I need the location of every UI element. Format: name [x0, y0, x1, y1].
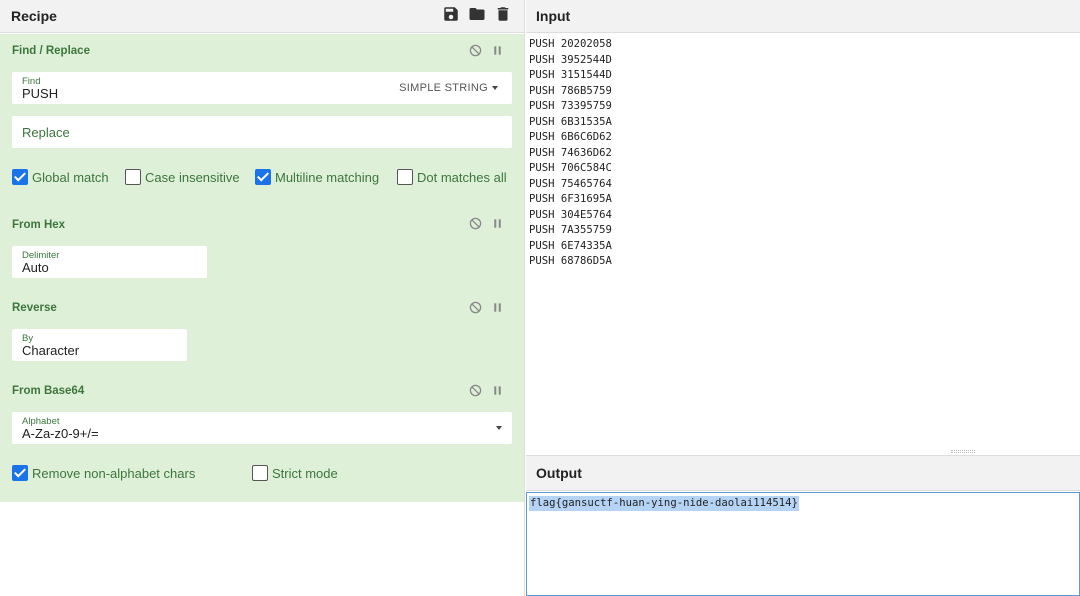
folder-icon[interactable] — [468, 5, 486, 23]
checkbox-unchecked-icon — [397, 169, 413, 185]
input-line: PUSH 6B6C6D62 — [529, 131, 612, 143]
case-insensitive-label: Case insensitive — [145, 169, 240, 185]
case-insensitive-checkbox[interactable]: Case insensitive — [125, 169, 240, 185]
resize-handle[interactable] — [951, 450, 975, 453]
find-mode-dropdown[interactable]: SIMPLE STRING — [399, 82, 498, 94]
find-field[interactable]: Find PUSH SIMPLE STRING — [12, 72, 512, 104]
recipe-operations: Find / Replace Find PUSH SIMPLE STRING R… — [0, 34, 524, 502]
save-icon[interactable] — [442, 5, 460, 23]
caret-down-icon — [492, 86, 498, 91]
by-field[interactable]: By Character — [12, 329, 187, 361]
checkbox-unchecked-icon — [252, 465, 268, 481]
remove-non-alphabet-label: Remove non-alphabet chars — [32, 465, 196, 481]
input-line: PUSH 7A355759 — [529, 224, 612, 236]
dot-matches-all-label: Dot matches all — [417, 169, 507, 185]
replace-placeholder: Replace — [22, 125, 70, 140]
input-line: PUSH 3151544D — [529, 69, 612, 81]
input-line: PUSH 3952544D — [529, 53, 612, 66]
strict-mode-checkbox[interactable]: Strict mode — [252, 465, 338, 481]
input-line: PUSH 73395759 — [529, 100, 612, 112]
alphabet-field[interactable]: Alphabet A-Za-z0-9+/= — [12, 412, 512, 444]
reverse-title: Reverse — [12, 302, 57, 314]
replace-field[interactable]: Replace — [12, 116, 512, 148]
output-header: Output — [526, 455, 1080, 491]
find-replace-title: Find / Replace — [12, 45, 90, 57]
multiline-matching-checkbox[interactable]: Multiline matching — [255, 169, 379, 185]
checkbox-unchecked-icon — [125, 169, 141, 185]
input-line: PUSH 74636D62 — [529, 146, 612, 159]
input-line: PUSH 304E5764 — [529, 208, 612, 221]
recipe-title: Recipe — [11, 8, 57, 24]
input-line: PUSH 20202058 — [529, 38, 612, 50]
disable-icon[interactable] — [469, 384, 482, 397]
delimiter-field[interactable]: Delimiter Auto — [12, 246, 207, 278]
cyberchef-app: Recipe Find / Replace Find PUSH SIMPLE S… — [0, 0, 1080, 596]
recipe-panel: Recipe Find / Replace Find PUSH SIMPLE S… — [0, 0, 525, 596]
output-textarea[interactable]: flag{gansuctf-huan-ying-nide-daolai11451… — [526, 492, 1080, 596]
input-header: Input — [526, 0, 1080, 33]
input-line: PUSH 68786D5A — [529, 255, 612, 267]
by-value: Character — [22, 343, 80, 358]
checkbox-checked-icon — [12, 169, 28, 185]
input-line: PUSH 706C584C — [529, 162, 612, 174]
input-line: PUSH 786B5759 — [529, 84, 612, 97]
find-mode-label: SIMPLE STRING — [399, 82, 488, 94]
input-line: PUSH 75465764 — [529, 177, 612, 190]
disable-icon[interactable] — [469, 301, 482, 314]
input-title: Input — [536, 8, 571, 24]
global-match-label: Global match — [32, 169, 109, 185]
strict-mode-label: Strict mode — [272, 465, 338, 481]
trash-icon[interactable] — [494, 5, 512, 23]
pause-icon[interactable] — [491, 44, 504, 57]
checkbox-checked-icon — [255, 169, 271, 185]
output-panel: Output flag{gansuctf-huan-ying-nide-daol… — [526, 455, 1080, 596]
pause-icon[interactable] — [491, 384, 504, 397]
checkbox-checked-icon — [12, 465, 28, 481]
find-value: PUSH — [22, 86, 59, 101]
input-line: PUSH 6E74335A — [529, 239, 612, 252]
delimiter-value: Auto — [22, 260, 49, 275]
output-text: flag{gansuctf-huan-ying-nide-daolai11451… — [529, 496, 799, 511]
disable-icon[interactable] — [469, 217, 482, 230]
multiline-matching-label: Multiline matching — [275, 169, 380, 185]
dot-matches-all-checkbox[interactable]: Dot matches all — [397, 169, 507, 185]
from-hex-title: From Hex — [12, 219, 66, 231]
output-title: Output — [536, 465, 582, 481]
caret-down-icon[interactable] — [496, 426, 502, 430]
global-match-checkbox[interactable]: Global match — [12, 169, 109, 185]
alphabet-value: A-Za-z0-9+/= — [22, 426, 99, 441]
input-textarea[interactable]: PUSH 20202058 PUSH 3952544D PUSH 3151544D P… — [529, 37, 612, 270]
disable-icon[interactable] — [469, 44, 482, 57]
pause-icon[interactable] — [491, 217, 504, 230]
input-line: PUSH 6F31695A — [529, 193, 612, 205]
from-base64-title: From Base64 — [12, 385, 85, 397]
pause-icon[interactable] — [491, 301, 504, 314]
remove-non-alphabet-checkbox[interactable]: Remove non-alphabet chars — [12, 465, 195, 481]
recipe-header: Recipe — [0, 0, 524, 33]
input-line: PUSH 6B31535A — [529, 115, 612, 128]
input-panel: Input PUSH 20202058 PUSH 3952544D PUSH 315… — [526, 0, 1080, 455]
